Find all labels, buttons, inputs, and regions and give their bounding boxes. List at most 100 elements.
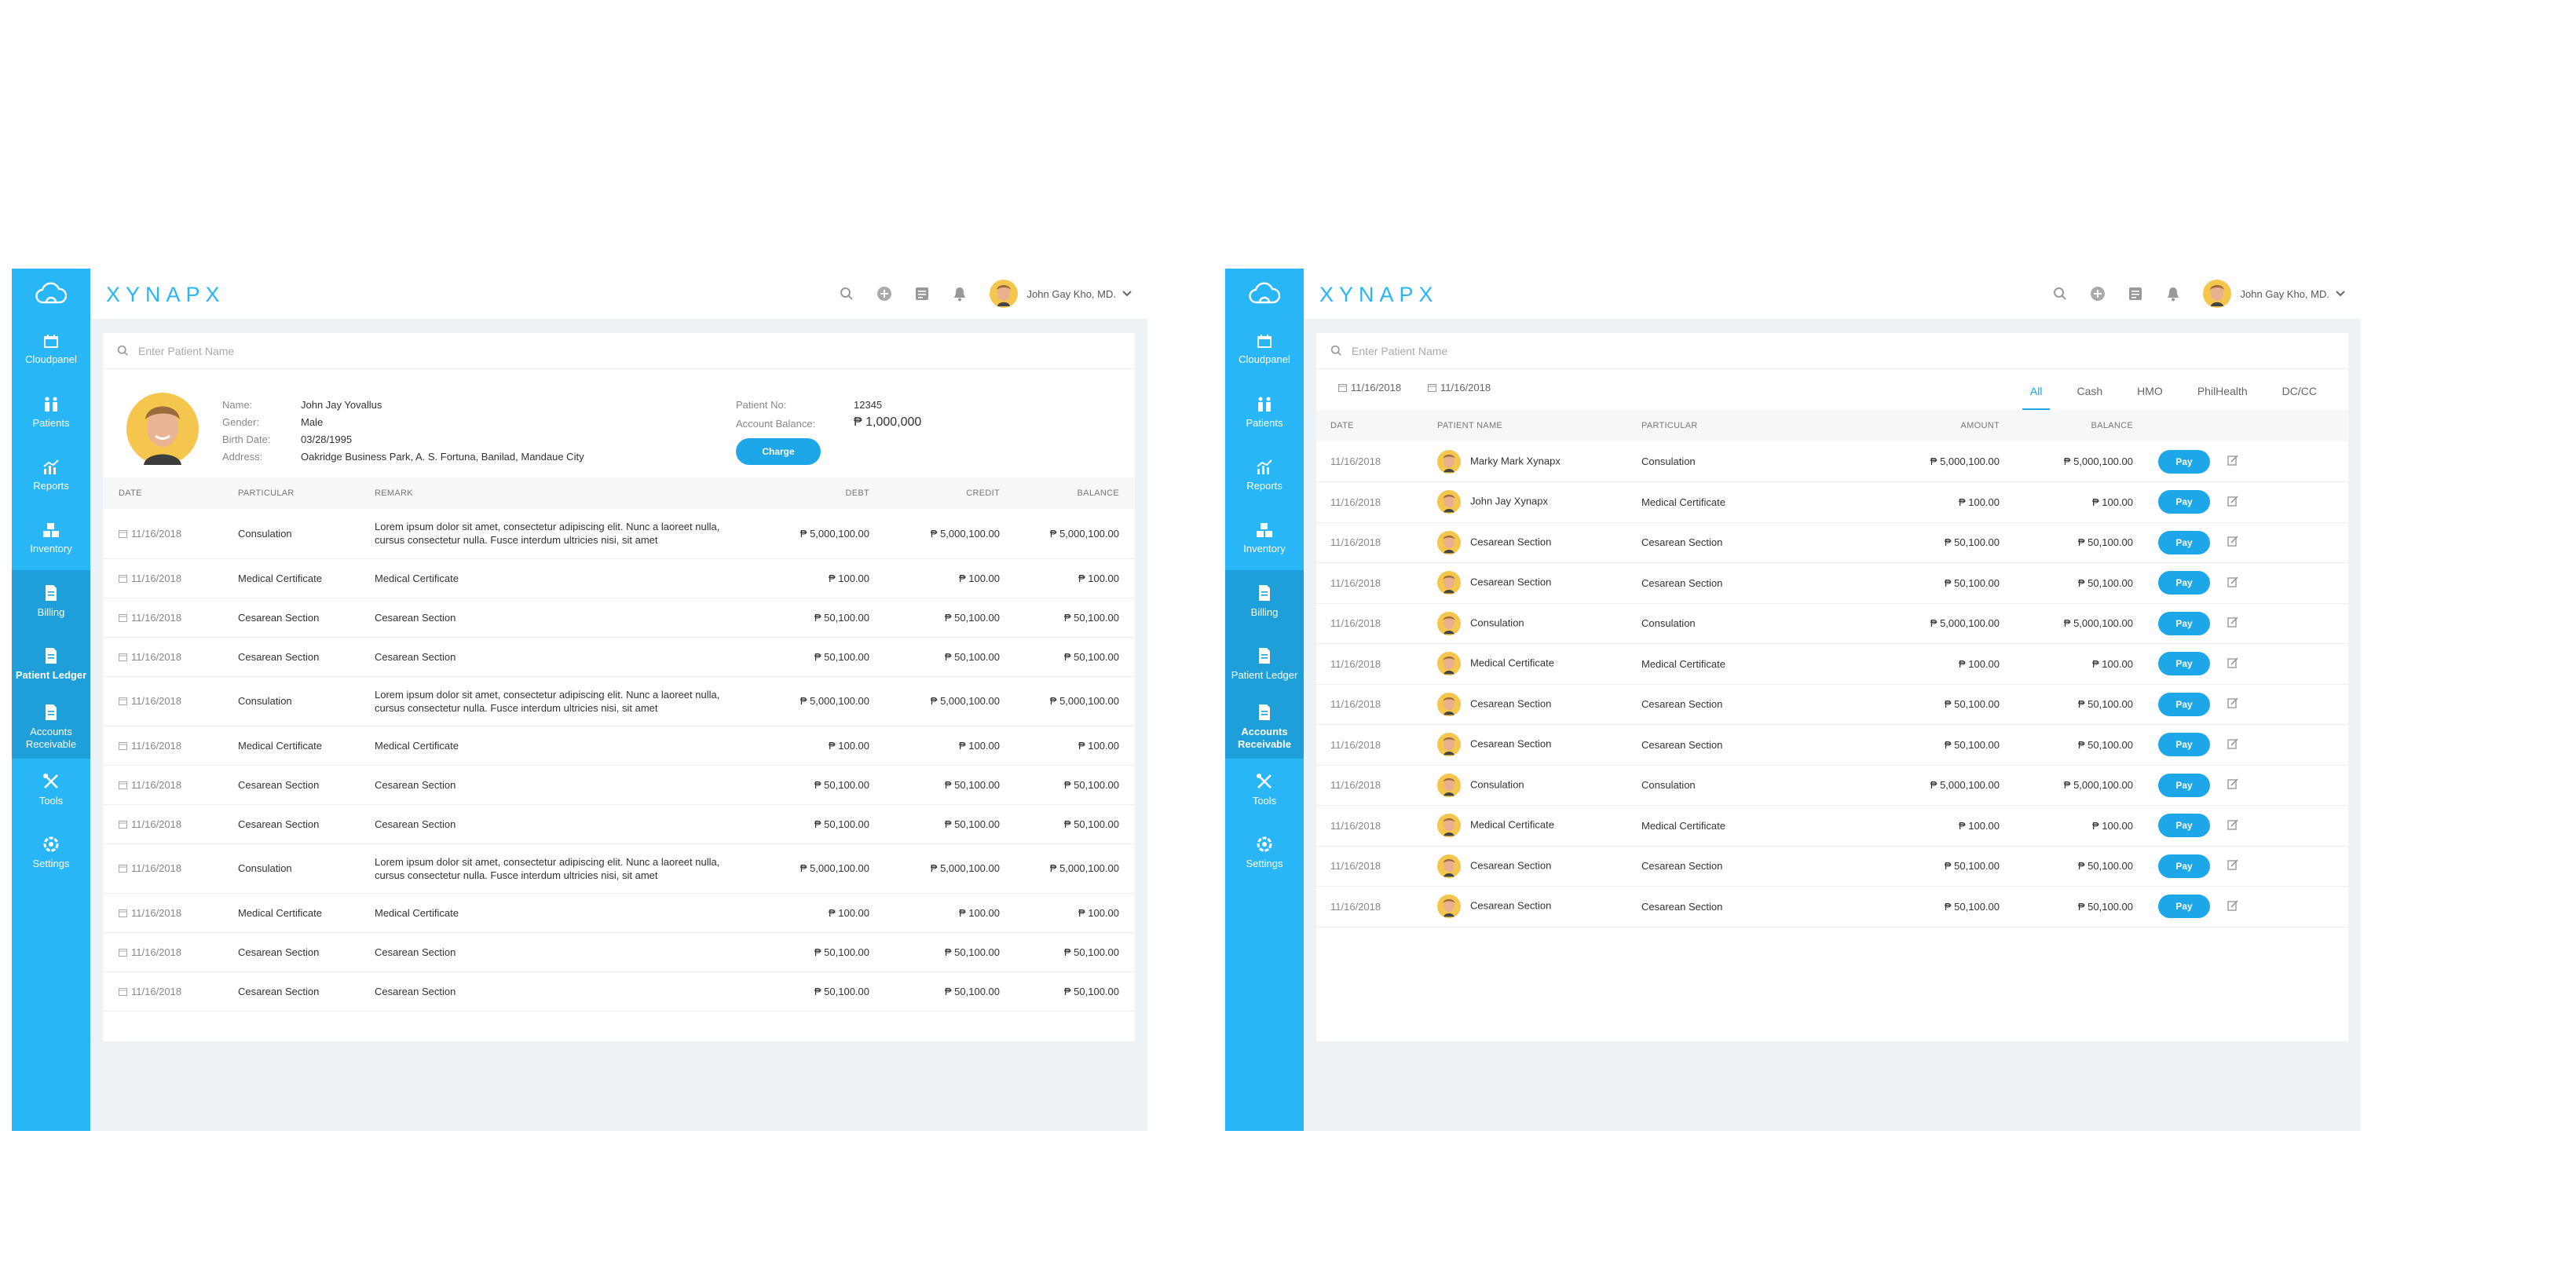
table-row[interactable]: 11/16/2018 Cesarean Section Cesarean Secti… [103,971,1135,1012]
chevron-down-icon[interactable] [1122,287,1132,301]
charge-button[interactable]: Charge [736,438,821,465]
user-name[interactable]: John Gay Kho, MD. [2241,288,2329,300]
table-row[interactable]: 11/16/2018 Cesarean Section Cesarean Secti… [1316,562,2348,604]
table-row[interactable]: 11/16/2018 Medical Certificate Medical Cer… [103,558,1135,598]
table-row[interactable]: 11/16/2018 Consulation Lorem ipsum dolor s… [103,843,1135,894]
column-header-balance[interactable]: BALANCE [2000,410,2133,441]
table-row[interactable]: 11/16/2018 Medical Certificate Medical Cer… [1316,643,2348,685]
edit-icon[interactable] [2227,455,2238,468]
edit-icon[interactable] [2227,697,2238,711]
sidebar-item-tools[interactable]: Tools [1225,759,1304,821]
sidebar-item-settings[interactable]: Settings [12,821,90,884]
column-header-credit[interactable]: CREDIT [869,477,1000,509]
table-row[interactable]: 11/16/2018 Medical Certificate Medical Cer… [1316,805,2348,847]
pay-button[interactable]: Pay [2158,814,2210,838]
column-header-debt[interactable]: DEBT [744,477,869,509]
tab-cash[interactable]: Cash [2077,369,2102,410]
patient-search-input[interactable] [138,344,609,357]
sidebar-item-cloudpanel[interactable]: Cloudpanel [1225,319,1304,382]
pay-button[interactable]: Pay [2158,895,2210,919]
pay-button[interactable]: Pay [2158,652,2210,676]
cloud-logo-icon[interactable] [1225,269,1304,319]
sidebar-item-accounts-receivable[interactable]: Accounts Receivable [1225,696,1304,759]
edit-icon[interactable] [2227,738,2238,752]
table-row[interactable]: 11/16/2018 Cesarean Section Cesarean Secti… [1316,684,2348,725]
date-to-filter[interactable]: 11/16/2018 [1428,382,1491,393]
brand-logo[interactable]: XYNAPX [106,283,225,307]
edit-icon[interactable] [2227,819,2238,832]
table-row[interactable]: 11/16/2018 Cesarean Section Cesarean Secti… [1316,846,2348,887]
table-row[interactable]: 11/16/2018 Cesarean Section Cesarean Secti… [103,637,1135,677]
table-row[interactable]: 11/16/2018 Consulation Lorem ipsum dolor s… [103,509,1135,559]
column-header-particular[interactable]: PARTICULAR [1641,410,1885,441]
table-row[interactable]: 11/16/2018 Cesarean Section Cesarean Secti… [103,932,1135,972]
table-row[interactable]: 11/16/2018 Consulation Lorem ipsum dolor s… [103,676,1135,726]
cloud-logo-icon[interactable] [12,269,90,319]
sidebar-item-patients[interactable]: Patients [12,382,90,445]
column-header-patient-name[interactable]: PATIENT NAME [1437,410,1641,441]
sidebar-item-settings[interactable]: Settings [1225,821,1304,884]
table-row[interactable]: 11/16/2018 Medical Certificate Medical Cer… [103,726,1135,766]
patient-search-input[interactable] [1352,344,1823,357]
chevron-down-icon[interactable] [2336,287,2345,301]
notes-icon[interactable] [913,284,931,303]
sidebar-item-patient-ledger[interactable]: Patient Ledger [12,633,90,696]
tab-philhealth[interactable]: PhilHealth [2197,369,2248,410]
sidebar-item-patient-ledger[interactable]: Patient Ledger [1225,633,1304,696]
pay-button[interactable]: Pay [2158,773,2210,797]
sidebar-item-inventory[interactable]: Inventory [1225,507,1304,570]
tab-hmo[interactable]: HMO [2137,369,2163,410]
table-row[interactable]: 11/16/2018 Consulation Consulation ₱ 5,000,… [1316,603,2348,644]
user-avatar[interactable] [989,280,1018,308]
column-header-particular[interactable]: PARTICULAR [238,477,375,509]
sidebar-item-patients[interactable]: Patients [1225,382,1304,445]
edit-icon[interactable] [2227,859,2238,873]
column-header-date[interactable]: DATE [1316,410,1437,441]
bell-icon[interactable] [2164,284,2183,303]
pay-button[interactable]: Pay [2158,733,2210,757]
column-header-balance[interactable]: BALANCE [1000,477,1135,509]
tab-dc-cc[interactable]: DC/CC [2282,369,2317,410]
pay-button[interactable]: Pay [2158,611,2210,635]
table-row[interactable]: 11/16/2018 Marky Mark Xynapx Consulation ₱ … [1316,441,2348,482]
search-icon[interactable] [837,284,856,303]
add-circle-icon[interactable] [2088,284,2107,303]
user-avatar[interactable] [2202,280,2231,308]
edit-icon[interactable] [2227,536,2238,549]
date-from-filter[interactable]: 11/16/2018 [1338,382,1401,393]
user-name[interactable]: John Gay Kho, MD. [1027,288,1116,300]
table-row[interactable]: 11/16/2018 Consulation Consulation ₱ 5,000,… [1316,765,2348,806]
sidebar-item-cloudpanel[interactable]: Cloudpanel [12,319,90,382]
pay-button[interactable]: Pay [2158,530,2210,554]
table-row[interactable]: 11/16/2018 Cesarean Section Cesarean Secti… [103,598,1135,638]
edit-icon[interactable] [2227,617,2238,630]
column-header-date[interactable]: DATE [103,477,238,509]
sidebar-item-billing[interactable]: Billing [1225,570,1304,633]
table-row[interactable]: 11/16/2018 Cesarean Section Cesarean Secti… [1316,886,2348,928]
notes-icon[interactable] [2126,284,2145,303]
table-row[interactable]: 11/16/2018 Medical Certificate Medical Cer… [103,893,1135,933]
brand-logo[interactable]: XYNAPX [1319,283,1439,307]
search-icon[interactable] [2051,284,2069,303]
table-row[interactable]: 11/16/2018 Cesarean Section Cesarean Secti… [103,804,1135,844]
column-header-remark[interactable]: REMARK [375,477,744,509]
edit-icon[interactable] [2227,576,2238,590]
sidebar-item-reports[interactable]: Reports [12,445,90,507]
table-row[interactable]: 11/16/2018 Cesarean Section Cesarean Secti… [1316,522,2348,563]
table-row[interactable]: 11/16/2018 Cesarean Section Cesarean Secti… [1316,724,2348,766]
sidebar-item-reports[interactable]: Reports [1225,445,1304,507]
sidebar-item-tools[interactable]: Tools [12,759,90,821]
pay-button[interactable]: Pay [2158,854,2210,878]
edit-icon[interactable] [2227,900,2238,913]
bell-icon[interactable] [950,284,969,303]
column-header-amount[interactable]: AMOUNT [1885,410,2000,441]
sidebar-item-inventory[interactable]: Inventory [12,507,90,570]
table-row[interactable]: 11/16/2018 Cesarean Section Cesarean Secti… [103,765,1135,805]
sidebar-item-accounts-receivable[interactable]: Accounts Receivable [12,696,90,759]
pay-button[interactable]: Pay [2158,571,2210,595]
pay-button[interactable]: Pay [2158,449,2210,474]
pay-button[interactable]: Pay [2158,692,2210,716]
table-row[interactable]: 11/16/2018 John Jay Xynapx Medical Certifi… [1316,481,2348,523]
pay-button[interactable]: Pay [2158,490,2210,514]
edit-icon[interactable] [2227,657,2238,671]
